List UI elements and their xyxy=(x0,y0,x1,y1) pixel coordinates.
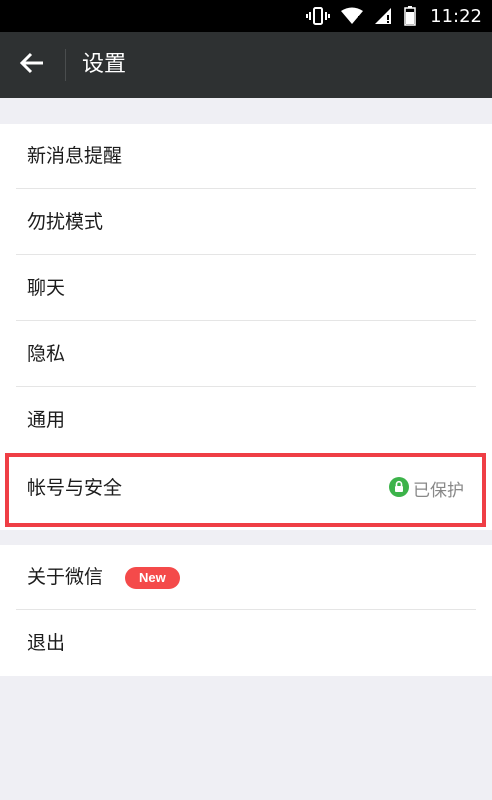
settings-item-label: 通用 xyxy=(27,409,66,431)
page-title: 设置 xyxy=(82,52,127,77)
back-button[interactable] xyxy=(8,41,56,89)
settings-item-label: 聊天 xyxy=(27,277,66,299)
settings-item-privacy[interactable]: 隐私 xyxy=(0,322,492,387)
protect-status: 已保护 xyxy=(389,456,464,521)
row-divider xyxy=(16,609,476,610)
back-arrow-icon xyxy=(19,52,45,78)
settings-item-label: 关于微信 xyxy=(27,566,104,588)
status-icons: 11:22 xyxy=(306,0,482,32)
settings-item-label: 新消息提醒 xyxy=(27,145,123,167)
new-badge: New xyxy=(125,567,180,589)
battery-icon xyxy=(404,6,416,26)
settings-group-secondary: 关于微信 New 退出 xyxy=(0,545,492,676)
settings-item-label: 退出 xyxy=(27,632,66,654)
vibrate-icon xyxy=(306,7,331,25)
row-divider xyxy=(16,386,476,387)
settings-item-notifications[interactable]: 新消息提醒 xyxy=(0,124,492,189)
app-bar-divider xyxy=(65,49,66,81)
settings-item-label: 勿扰模式 xyxy=(27,211,104,233)
row-divider xyxy=(16,254,476,255)
settings-item-label: 帐号与安全 xyxy=(27,477,123,499)
row-divider xyxy=(16,320,476,321)
signal-icon xyxy=(374,7,394,25)
row-divider xyxy=(16,188,476,189)
protect-status-text: 已保护 xyxy=(413,481,464,501)
status-bar: 11:22 xyxy=(0,0,492,32)
settings-item-logout[interactable]: 退出 xyxy=(0,611,492,676)
settings-item-do-not-disturb[interactable]: 勿扰模式 xyxy=(0,190,492,255)
settings-group-main: 新消息提醒 勿扰模式 聊天 隐私 通用 帐号与安全 已保护 xyxy=(0,124,492,530)
settings-item-about[interactable]: 关于微信 New xyxy=(0,545,492,610)
settings-item-general[interactable]: 通用 xyxy=(0,388,492,453)
status-time: 11:22 xyxy=(430,5,482,27)
lock-icon xyxy=(389,476,409,501)
settings-item-label: 隐私 xyxy=(27,343,66,365)
app-bar: 设置 xyxy=(0,32,492,98)
settings-item-chat[interactable]: 聊天 xyxy=(0,256,492,321)
wifi-icon xyxy=(340,7,364,25)
settings-item-account-security[interactable]: 帐号与安全 已保护 xyxy=(0,456,492,521)
